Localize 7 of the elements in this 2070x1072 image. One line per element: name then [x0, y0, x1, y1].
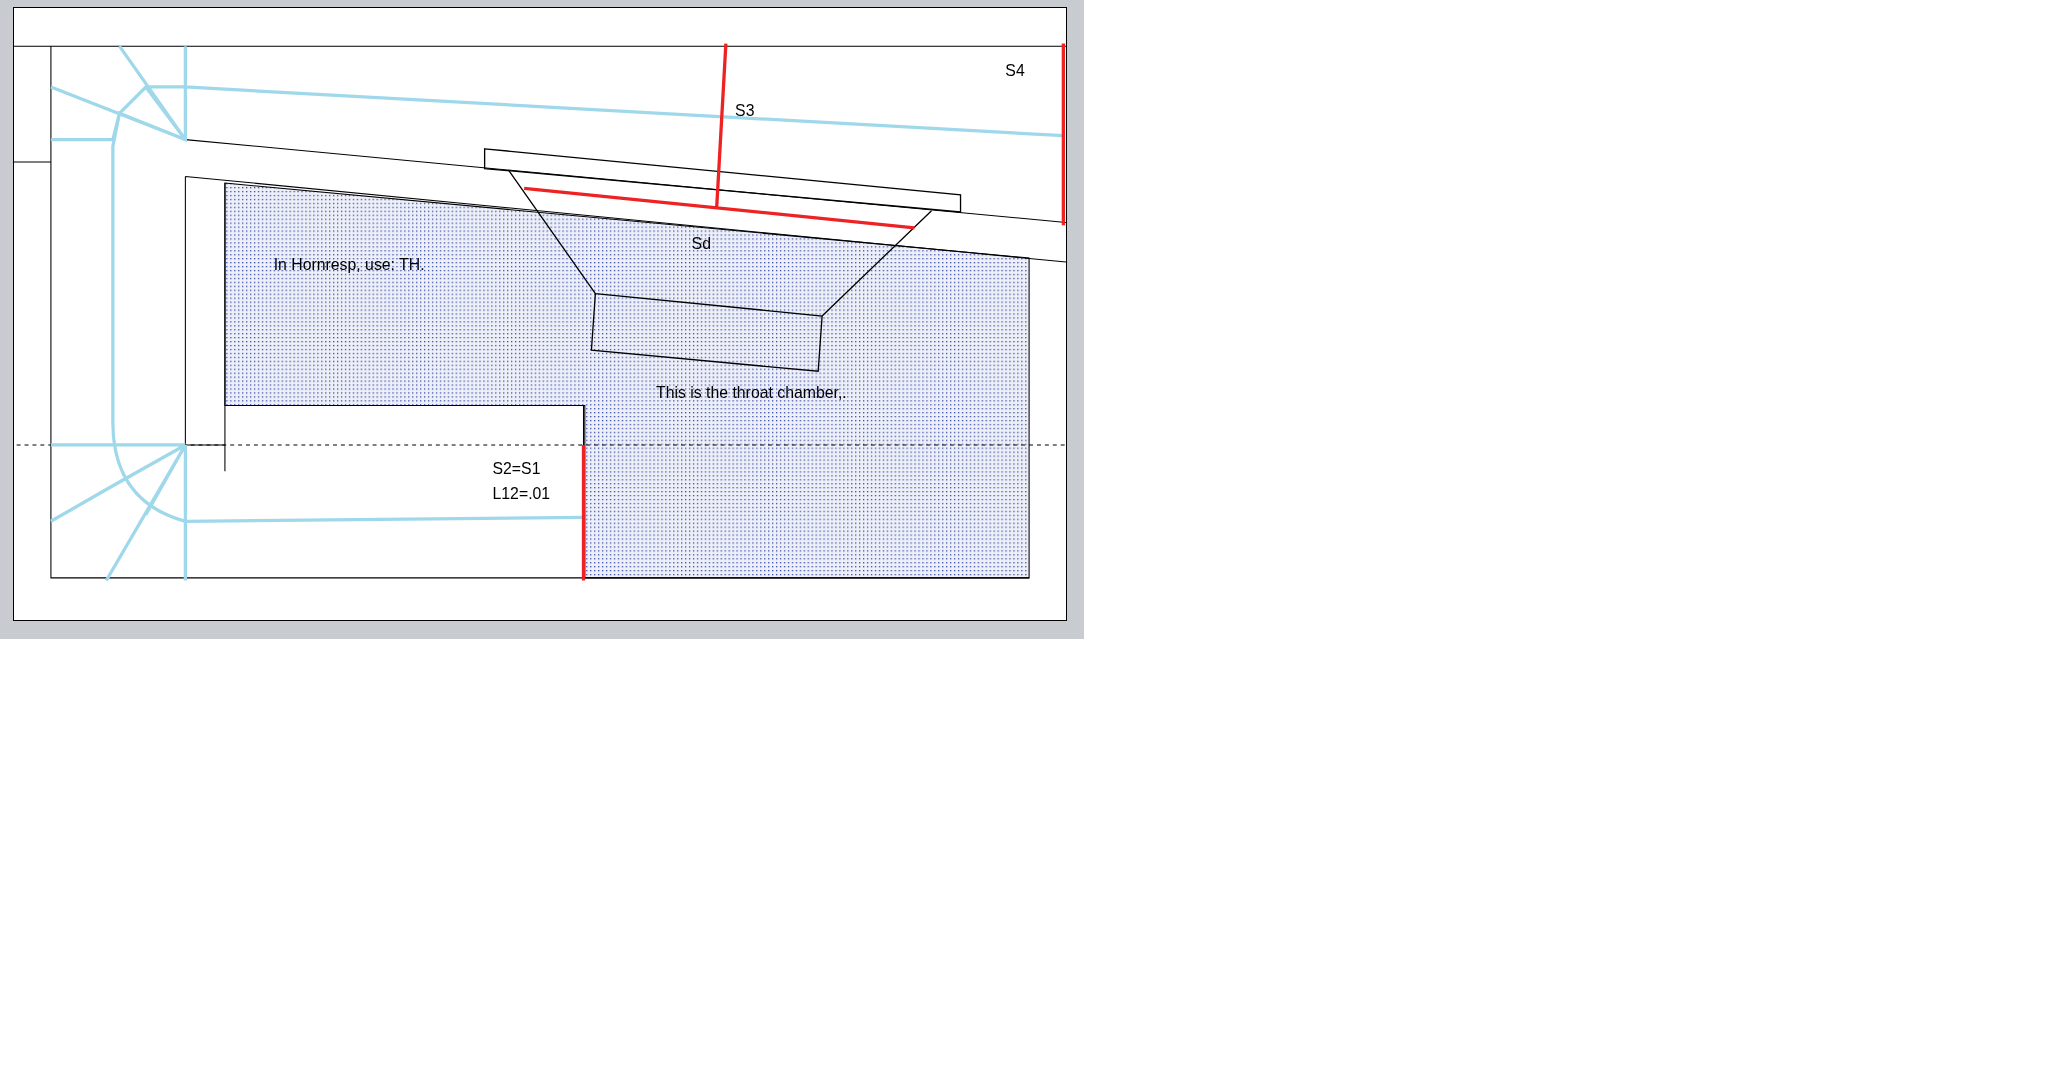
area-label: S4 — [1005, 62, 1025, 80]
note-text: This is the throat chamber,. — [656, 383, 847, 401]
area-label: S3 — [735, 101, 755, 119]
note-text: In Hornresp, use: TH. — [273, 255, 425, 273]
length-label: L12=.01 — [492, 484, 551, 502]
area-label: Sd — [691, 234, 711, 252]
area-label: S2=S1 — [492, 459, 541, 477]
